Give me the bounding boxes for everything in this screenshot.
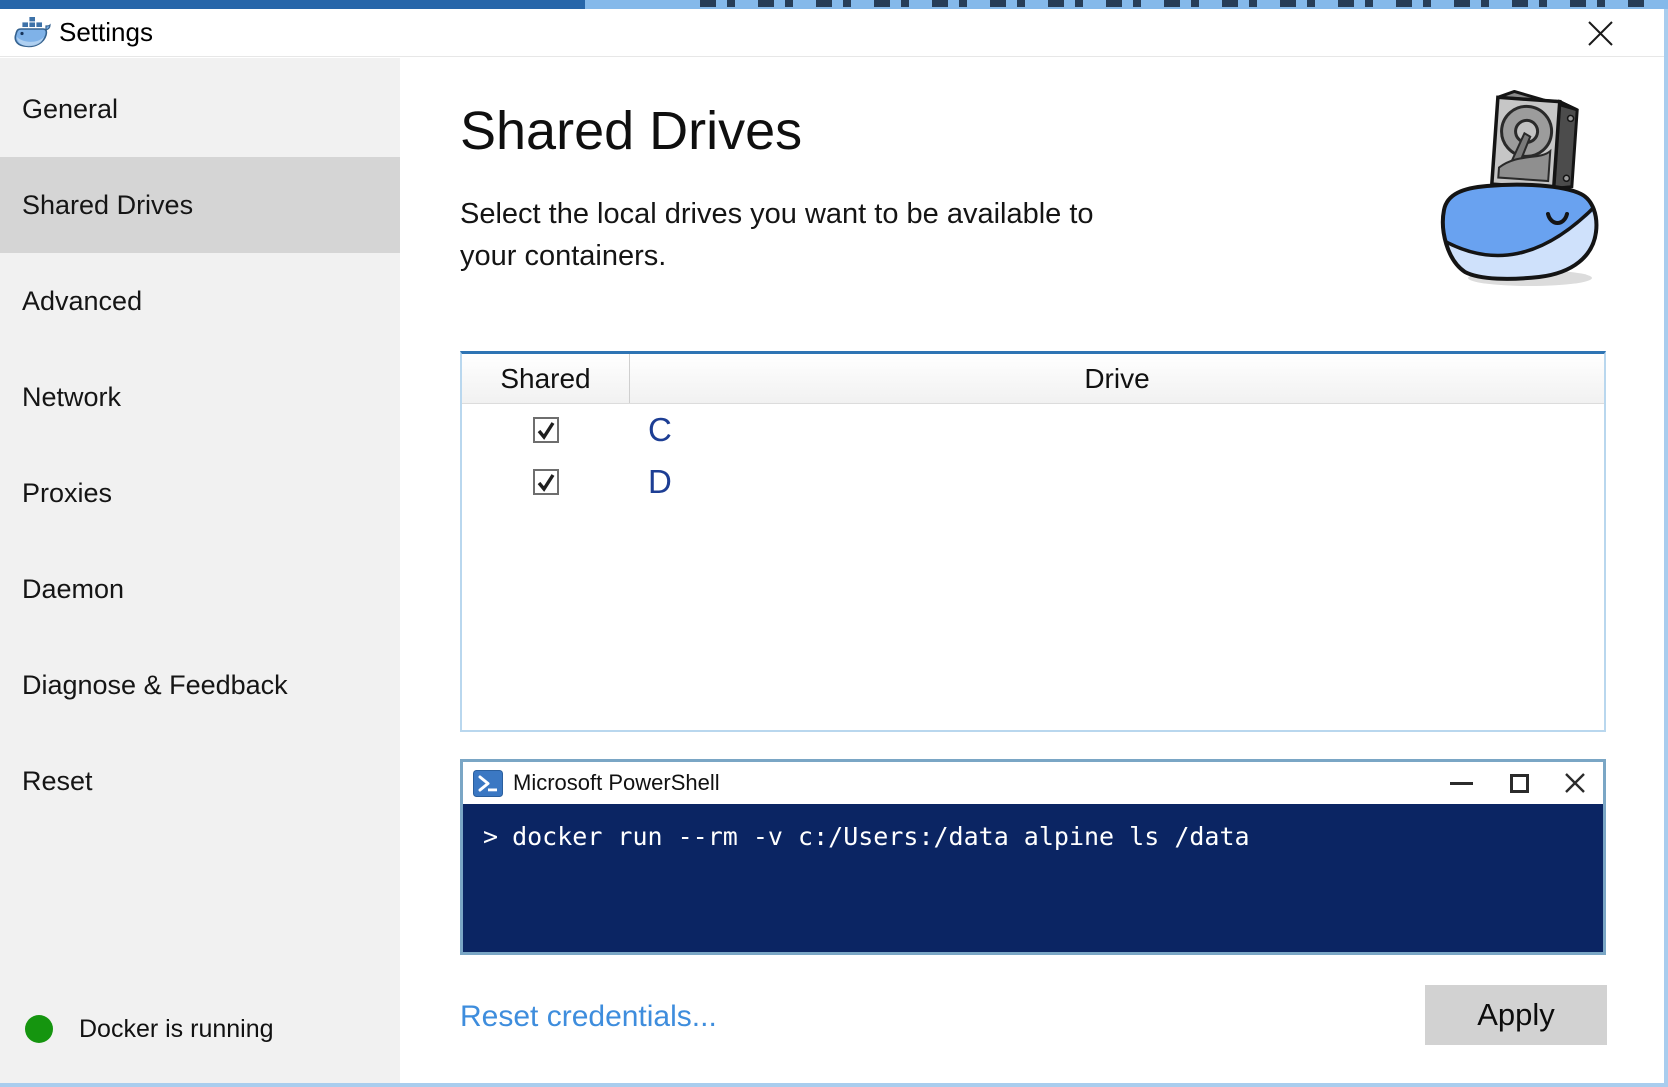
- window-behind-artifact-strip: [0, 0, 1668, 9]
- close-icon: [1565, 773, 1585, 793]
- powershell-title: Microsoft PowerShell: [513, 770, 720, 795]
- window-border-right: [1664, 9, 1668, 1087]
- check-icon: [537, 474, 555, 492]
- page-title: Shared Drives: [460, 101, 803, 161]
- sidebar-item-label: General: [22, 93, 119, 124]
- sidebar-item-daemon[interactable]: Daemon: [0, 541, 400, 637]
- reset-credentials-link[interactable]: Reset credentials...: [460, 1000, 717, 1034]
- maximize-icon: [1509, 773, 1529, 793]
- sidebar-item-label: Shared Drives: [22, 189, 194, 220]
- sidebar-item-network[interactable]: Network: [0, 349, 400, 445]
- powershell-icon: [473, 769, 503, 797]
- sidebar-item-advanced[interactable]: Advanced: [0, 253, 400, 349]
- apply-button[interactable]: Apply: [1425, 985, 1607, 1045]
- window-behind-text-fragments: [700, 0, 1645, 7]
- hard-drive-whale-illustration: [1440, 90, 1599, 286]
- check-icon: [537, 422, 555, 440]
- sidebar-item-proxies[interactable]: Proxies: [0, 445, 400, 541]
- drive-letter: D: [648, 463, 672, 500]
- checkbox-cell: [462, 417, 630, 443]
- window-border-bottom: [0, 1083, 1668, 1087]
- minimize-icon: [1449, 781, 1473, 785]
- sidebar-item-label: Proxies: [22, 477, 113, 508]
- powershell-maximize-button[interactable]: [1499, 762, 1539, 804]
- titlebar: Settings: [0, 9, 1668, 57]
- drive-letter: C: [648, 411, 672, 448]
- sidebar-item-label: Daemon: [22, 573, 125, 604]
- column-header-shared: Shared: [462, 354, 630, 403]
- sidebar-item-label: Diagnose & Feedback: [22, 669, 288, 700]
- status-label: Docker is running: [79, 1014, 274, 1043]
- table-row-drive-c: C: [462, 404, 1604, 456]
- close-icon: [1587, 20, 1613, 46]
- table-header-row: Shared Drive: [462, 354, 1604, 404]
- sidebar-item-label: Advanced: [22, 285, 143, 316]
- window-close-button[interactable]: [1580, 13, 1620, 53]
- drive-c-checkbox[interactable]: [533, 417, 559, 443]
- powershell-minimize-button[interactable]: [1441, 762, 1481, 804]
- docker-status: Docker is running: [0, 999, 274, 1059]
- sidebar-item-label: Network: [22, 381, 122, 412]
- sidebar: General Shared Drives Advanced Network P…: [0, 58, 400, 1083]
- sidebar-item-label: Reset: [22, 765, 93, 796]
- sidebar-nav: General Shared Drives Advanced Network P…: [0, 61, 400, 829]
- page-description: Select the local drives you want to be a…: [460, 198, 1094, 272]
- docker-whale-icon: [14, 16, 51, 47]
- sidebar-item-reset[interactable]: Reset: [0, 733, 400, 829]
- sidebar-item-general[interactable]: General: [0, 61, 400, 157]
- terminal-command: docker run --rm -v c:/Users:/data alpine…: [512, 822, 1250, 851]
- sidebar-item-shared-drives[interactable]: Shared Drives: [0, 157, 400, 253]
- shared-drives-table: Shared Drive C D: [460, 351, 1606, 732]
- window-title: Settings: [59, 17, 153, 47]
- terminal-prompt: >: [483, 822, 499, 851]
- powershell-close-button[interactable]: [1555, 762, 1595, 804]
- powershell-window: Microsoft PowerShell > docker run --rm -v…: [460, 759, 1606, 955]
- column-header-drive: Drive: [1084, 362, 1150, 394]
- checkbox-cell: [462, 469, 630, 495]
- drive-d-checkbox[interactable]: [533, 469, 559, 495]
- status-indicator-icon: [25, 1015, 53, 1043]
- sidebar-item-diagnose-feedback[interactable]: Diagnose & Feedback: [0, 637, 400, 733]
- powershell-terminal[interactable]: > docker run --rm -v c:/Users:/data alpin…: [463, 804, 1603, 952]
- main-panel: Shared Drives Select the local drives yo…: [400, 58, 1664, 1083]
- table-row-drive-d: D: [462, 456, 1604, 508]
- powershell-titlebar: Microsoft PowerShell: [463, 762, 1603, 804]
